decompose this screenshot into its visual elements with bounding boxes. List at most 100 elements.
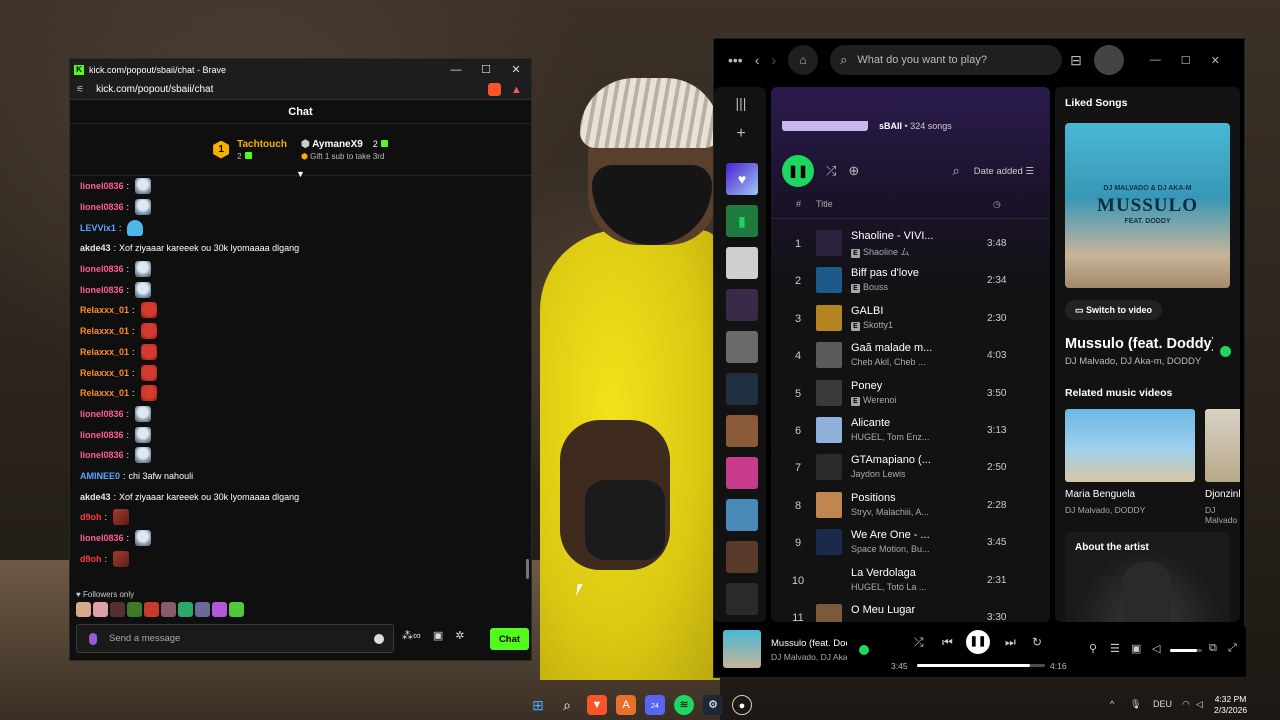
discord-icon[interactable]: 24 [645,695,665,715]
emote-bird[interactable] [135,405,152,422]
track-row[interactable]: 1 Shaoline - VIVI... E Shaoline ム 3:48 [771,226,1050,262]
quick-emote[interactable] [195,602,210,617]
link-icon[interactable]: ⚲ [1089,642,1097,655]
now-playing-art[interactable] [723,630,761,668]
play-pause-button[interactable]: ❚❚ [966,630,990,654]
obs-icon[interactable]: ● [732,695,752,715]
play-pause-button[interactable]: ❚❚ [782,155,814,187]
emoji-picker-icon[interactable] [374,633,384,644]
user-avatar[interactable] [1093,45,1124,75]
emote-mask[interactable] [140,343,157,360]
emote-bird[interactable] [135,199,152,216]
maximize-button[interactable]: ☐ [471,63,501,76]
emote-mask[interactable] [140,302,157,319]
chat-username[interactable]: akde43 [80,243,111,253]
url-text[interactable]: kick.com/popout/sbaii/chat [96,84,488,95]
track-artist[interactable]: HUGEL, Totó La ... [851,582,946,592]
track-artist-text[interactable]: Cheb Akil, Cheb ... [851,357,926,367]
settings-gear-icon[interactable]: ✲ [455,629,464,642]
steam-icon[interactable]: ⚙ [703,695,723,715]
leader-2[interactable]: ⬢ AymaneX9 2 ⬢ Gift 1 sub to take 3rd [301,139,388,161]
video-thumbnail[interactable] [1065,409,1195,482]
emote-ghost[interactable] [127,219,144,236]
track-artist-text[interactable]: Jaydon Lewis [851,469,906,479]
back-arrow-icon[interactable]: ‹ [755,52,760,68]
shuffle-icon[interactable]: ⤮ [826,163,836,179]
track-artist-text[interactable]: Bouss [863,282,888,292]
chat-message[interactable]: akde43: Xof ziyaaar kareeek ou 30k lyomaa… [80,238,521,259]
emote-mask[interactable] [140,323,157,340]
miniplayer-icon[interactable]: ⧉ [1209,642,1217,655]
playlist-thumb[interactable] [726,499,758,531]
sort-dropdown[interactable]: Date added ☰ [974,166,1034,177]
track-title[interactable]: Shaoline - VIVI... [851,230,946,242]
track-row[interactable]: 11 O Meu Lugar 3:30 [771,600,1050,622]
chat-username[interactable]: lionel0836 [80,285,124,295]
track-artist[interactable]: E Werenoi [851,395,946,406]
chat-message[interactable]: lionel0836: [80,424,521,445]
track-artist-text[interactable]: Shaoline ム [863,247,910,257]
track-title[interactable]: GALBI [851,305,946,317]
chat-message[interactable]: lionel0836: [80,197,521,218]
chat-message[interactable]: lionel0836: [80,528,521,549]
chat-message[interactable]: lionel0836: [80,445,521,466]
track-artist-text[interactable]: Skotty1 [863,320,893,330]
microphone-icon[interactable]: 🎙 [1130,699,1141,710]
liked-songs-thumb[interactable]: ♥ [726,163,758,195]
chat-username[interactable]: akde43 [80,492,111,502]
quick-emote[interactable] [178,602,193,617]
chat-username[interactable]: lionel0836 [80,264,124,274]
site-settings-icon[interactable]: ⚟ [76,84,84,95]
emote-d90[interactable] [113,550,130,567]
chat-username[interactable]: d9oh [80,554,102,564]
track-title[interactable]: Positions [851,492,946,504]
video-title[interactable]: Maria Benguela [1065,489,1135,500]
leader-1[interactable]: Tachtouch 2 [237,139,287,161]
saved-check-icon[interactable] [859,645,869,655]
your-episodes-thumb[interactable]: ▮ [726,205,758,237]
track-artist-text[interactable]: Stryv, Malachiii, A... [851,507,929,517]
library-icon[interactable]: ||| [728,95,754,111]
chat-input[interactable]: Send a message [76,624,394,653]
track-artist[interactable]: E Bouss [851,282,946,294]
chat-username[interactable]: lionel0836 [80,409,124,419]
track-row[interactable]: 6 Alicante HUGEL, Tom Enz... 3:13 [771,413,1050,449]
chat-message[interactable]: akde43: Xof ziyaaar kareeek ou 30k lyomaa… [80,486,521,507]
playlist-thumb[interactable] [726,415,758,447]
search-icon[interactable]: ⌕ [952,163,959,179]
chat-message[interactable]: Relaxxx_01: [80,383,521,404]
track-artist-text[interactable]: Space Motion, Bu... [851,544,930,554]
track-title[interactable]: Biff pas d'love [851,267,946,279]
volume-icon[interactable]: ◁ [1152,642,1160,655]
track-artist[interactable]: Stryv, Malachiii, A... [851,507,946,517]
switch-to-video-button[interactable]: ▭ Switch to video [1065,300,1163,320]
chat-username[interactable]: AMINEE0 [80,471,120,481]
playlist-thumb[interactable] [726,289,758,321]
progress-bar[interactable] [917,664,1045,667]
chat-message[interactable]: lionel0836: [80,176,521,197]
about-artist-card[interactable]: About the artist [1065,532,1230,622]
emote-mask[interactable] [140,385,157,402]
emote-bird[interactable] [135,447,152,464]
track-artist[interactable]: Jaydon Lewis [851,469,946,479]
chat-message[interactable]: d9oh: [80,507,521,528]
chat-username[interactable]: Relaxxx_01 [80,305,129,315]
emote-bird[interactable] [135,426,152,443]
chat-message[interactable]: lionel0836: [80,404,521,425]
chat-input-placeholder[interactable]: Send a message [109,633,374,644]
track-title[interactable]: La Verdolaga [851,567,946,579]
spotify-icon[interactable]: ≋ [674,695,694,715]
track-artist[interactable]: Cheb Akil, Cheb ... [851,357,946,367]
chat-scrollbar[interactable] [526,559,529,579]
repeat-icon[interactable]: ↻ [1032,635,1042,649]
track-artist[interactable]: Space Motion, Bu... [851,544,946,554]
quick-emote[interactable] [93,602,108,617]
brave-rewards-icon[interactable]: ▲ [511,84,523,96]
track-row[interactable]: 7 GTAmapiano (... Jaydon Lewis 2:50 [771,450,1050,486]
shuffle-icon[interactable]: ⤮ [914,635,924,650]
emote-mask[interactable] [140,364,157,381]
track-row[interactable]: 5 Poney E Werenoi 3:50 [771,376,1050,412]
address-bar[interactable]: ⚟ kick.com/popout/sbaii/chat ▲ [70,80,531,100]
playlist-thumb[interactable] [726,541,758,573]
emote-bird[interactable] [135,530,152,547]
